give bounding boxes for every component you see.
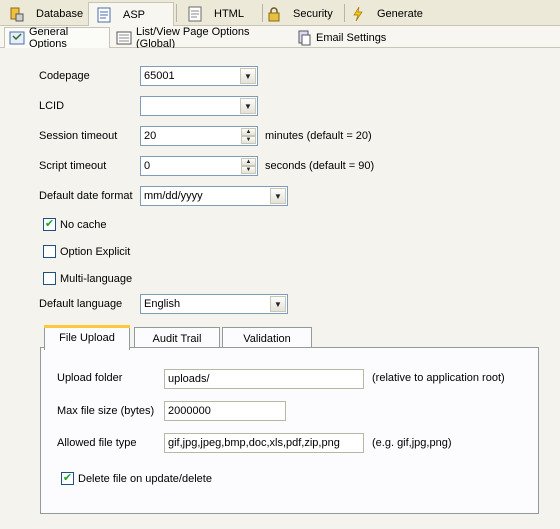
tab-audit-trail[interactable]: Audit Trail: [134, 327, 220, 349]
script-timeout-spinner[interactable]: 0 ▲ ▼: [140, 156, 258, 176]
asp-page-icon: [95, 7, 113, 23]
default-language-label: Default language: [39, 298, 123, 310]
allowed-file-type-label: Allowed file type: [57, 437, 137, 449]
no-cache-checkbox[interactable]: ✔ No cache: [43, 218, 106, 231]
spin-up-icon[interactable]: ▲: [241, 128, 256, 136]
tab-validation[interactable]: Validation: [222, 327, 312, 349]
tab-separator: [176, 4, 177, 22]
spin-down-icon[interactable]: ▼: [241, 166, 256, 174]
list-view-icon: [116, 30, 132, 46]
max-file-size-input[interactable]: 2000000: [164, 401, 286, 421]
checkbox-checked-icon[interactable]: ✔: [61, 472, 74, 485]
tab-list-view-options[interactable]: List/View Page Options (Global): [112, 26, 290, 50]
codepage-label: Codepage: [39, 70, 90, 82]
spin-up-icon[interactable]: ▲: [241, 158, 256, 166]
multi-language-checkbox[interactable]: Multi-language: [43, 272, 132, 285]
upload-folder-label: Upload folder: [57, 372, 123, 384]
codepage-select[interactable]: 65001 ▼: [140, 66, 258, 86]
max-file-size-label: Max file size (bytes): [57, 405, 155, 417]
script-timeout-label: Script timeout: [39, 160, 107, 172]
date-format-label: Default date format: [39, 190, 133, 202]
tab-database[interactable]: Database: [2, 2, 86, 26]
chevron-down-icon[interactable]: ▼: [270, 296, 286, 312]
lightning-icon: [349, 6, 367, 22]
lcid-label: LCID: [39, 100, 65, 112]
tab-email-settings[interactable]: Email Settings: [292, 27, 392, 48]
chevron-down-icon[interactable]: ▼: [270, 188, 286, 204]
general-options-icon: [9, 30, 25, 46]
allowed-file-type-input[interactable]: gif,jpg,jpeg,bmp,doc,xls,pdf,zip,png: [164, 433, 364, 453]
upload-folder-hint: (relative to application root): [372, 372, 505, 384]
lock-icon: [265, 6, 283, 22]
session-timeout-spinner[interactable]: 20 ▲ ▼: [140, 126, 258, 146]
session-timeout-hint: minutes (default = 20): [265, 130, 372, 142]
checkbox-unchecked-icon[interactable]: [43, 245, 56, 258]
top-tab-strip: Database ASP HTML Security Generate: [0, 0, 560, 27]
tab-asp[interactable]: ASP: [88, 2, 174, 27]
tab-generate[interactable]: Generate: [343, 2, 433, 26]
script-timeout-hint: seconds (default = 90): [265, 160, 375, 172]
tab-security[interactable]: Security: [259, 2, 343, 26]
upload-folder-input[interactable]: uploads/: [164, 369, 364, 389]
tab-general-options[interactable]: General Options: [4, 26, 110, 50]
spin-down-icon[interactable]: ▼: [241, 136, 256, 144]
session-timeout-label: Session timeout: [39, 130, 118, 142]
checkbox-checked-icon[interactable]: ✔: [43, 218, 56, 231]
option-explicit-checkbox[interactable]: Option Explicit: [43, 245, 130, 258]
allowed-file-type-hint: (e.g. gif,jpg,png): [372, 437, 452, 449]
sub-tab-strip: General Options List/View Page Options (…: [0, 26, 560, 50]
tab-html[interactable]: HTML: [180, 2, 260, 26]
date-format-select[interactable]: mm/dd/yyyy ▼: [140, 186, 288, 206]
default-language-select[interactable]: English ▼: [140, 294, 288, 314]
delete-file-checkbox[interactable]: ✔ Delete file on update/delete: [61, 472, 212, 485]
chevron-down-icon[interactable]: ▼: [240, 98, 256, 114]
chevron-down-icon[interactable]: ▼: [240, 68, 256, 84]
lcid-select[interactable]: ▼: [140, 96, 258, 116]
tab-file-upload[interactable]: File Upload: [44, 325, 130, 350]
checkbox-unchecked-icon[interactable]: [43, 272, 56, 285]
html-page-icon: [186, 6, 204, 22]
database-icon: [8, 6, 26, 22]
email-settings-icon: [296, 30, 312, 46]
